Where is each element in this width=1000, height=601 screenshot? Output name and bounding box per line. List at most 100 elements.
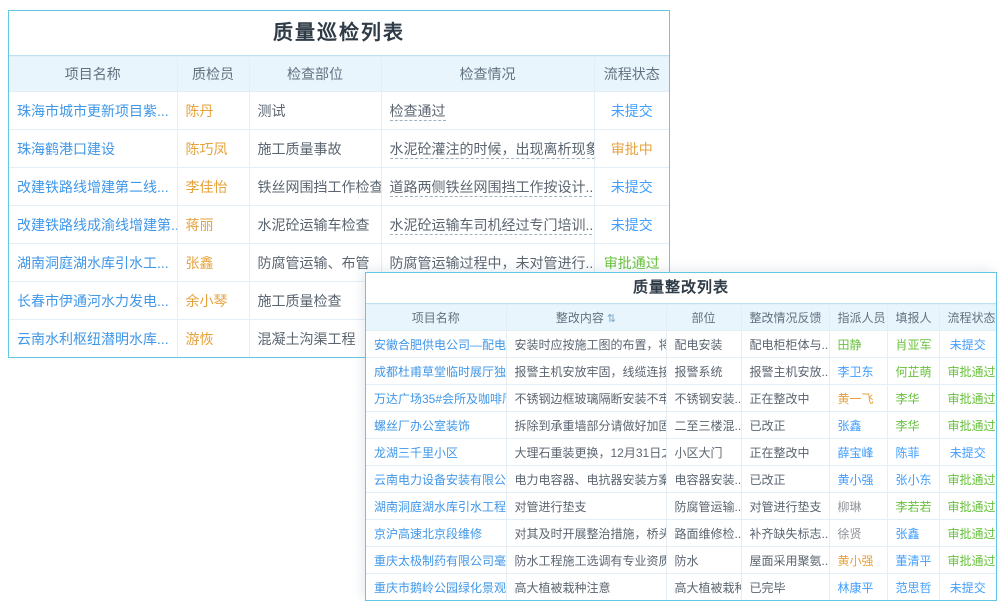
table-cell-content: 安装时应按施工图的布置，将... (506, 331, 666, 358)
table-cell-content: 拆除到承重墙部分请做好加固... (506, 412, 666, 439)
cell-text: 配电安装 (675, 338, 723, 352)
table-row: 湖南洞庭湖水库引水工程施工1标对管进行垫支防腐管运输...对管进行垫支柳琳李若若… (366, 493, 996, 520)
user-name: 陈菲 (896, 446, 920, 460)
column-header-situation: 检查情况 (381, 57, 594, 92)
column-header-project: 项目名称 (366, 305, 506, 331)
project-link[interactable]: 云南电力设备安装有限公司20... (374, 473, 506, 487)
table-row: 成都杜甫草堂临时展厅独立展...报警主机安放牢固，线缆连接...报警系统报警主机… (366, 358, 996, 385)
user-name: 张小东 (896, 473, 932, 487)
project-link[interactable]: 万达广场35#会所及咖啡厅空... (374, 392, 506, 406)
project-link[interactable]: 长春市伊通河水力发电... (17, 293, 169, 309)
table-cell-part: 配电安装 (666, 331, 741, 358)
cell-text: 补齐缺失标志... (750, 527, 830, 541)
table-cell-content: 对管进行垫支 (506, 493, 666, 520)
project-link[interactable]: 成都杜甫草堂临时展厅独立展... (374, 365, 506, 379)
table-cell-reporter: 李华 (887, 385, 939, 412)
table-cell-content: 防水工程施工选调有专业资质... (506, 547, 666, 574)
cell-text: 防水工程施工选调有专业资质... (515, 554, 667, 568)
status-badge: 未提交 (950, 581, 986, 595)
sort-icon[interactable]: ⇅ (607, 313, 616, 325)
cell-text: 对管进行垫支 (750, 500, 822, 514)
table-cell-status: 审批通过 (939, 358, 996, 385)
status-badge: 未提交 (611, 179, 653, 195)
table-row: 重庆市鹅岭公园绿化景观提升...高大植被栽种注意高大植被栽种已完毕林康平范思哲未… (366, 574, 996, 601)
column-header-project: 项目名称 (9, 57, 177, 92)
column-header-part: 检查部位 (249, 57, 381, 92)
table-cell-situation: 道路两侧铁丝网围挡工作按设计... (381, 168, 594, 206)
table-cell-project: 改建铁路线成渝线增建第... (9, 206, 177, 244)
project-link[interactable]: 珠海市城市更新项目紫... (17, 103, 169, 119)
column-header-label: 填报人 (896, 311, 932, 325)
table-cell-part: 测试 (249, 92, 381, 130)
table-cell-reporter: 董清平 (887, 547, 939, 574)
user-name: 范思哲 (896, 581, 932, 595)
project-link[interactable]: 龙湖三千里小区 (374, 446, 458, 460)
column-header-content[interactable]: 整改内容⇅ (506, 305, 666, 331)
table-cell-feedback: 屋面采用聚氨... (741, 547, 829, 574)
status-badge: 未提交 (611, 217, 653, 233)
project-link[interactable]: 珠海鹤港口建设 (17, 141, 115, 157)
user-name: 李卫东 (838, 365, 874, 379)
cell-text: 对其及时开展整治措施，桥头... (515, 527, 667, 541)
cell-text: 已改正 (750, 473, 786, 487)
table-cell-project: 湖南洞庭湖水库引水工程施工1标 (366, 493, 506, 520)
project-link[interactable]: 重庆太极制药有限公司毫州中... (374, 554, 506, 568)
table-cell-part: 路面维修检... (666, 520, 741, 547)
status-badge: 未提交 (611, 103, 653, 119)
table-cell-assignee: 徐贤 (829, 520, 887, 547)
status-badge: 审批通过 (604, 255, 660, 271)
column-header-part: 部位 (666, 305, 741, 331)
column-header-label: 质检员 (192, 66, 234, 82)
table-cell-reporter: 肖亚军 (887, 331, 939, 358)
table-cell-inspector: 游恢 (177, 320, 249, 358)
table-cell-part: 不锈钢安装... (666, 385, 741, 412)
table-cell-project: 云南水利枢纽潜明水库... (9, 320, 177, 358)
user-name: 蒋丽 (186, 217, 214, 233)
table-cell-reporter: 张鑫 (887, 520, 939, 547)
user-name: 田静 (838, 338, 862, 352)
project-link[interactable]: 湖南洞庭湖水库引水工程施工1标 (374, 500, 506, 514)
column-header-label: 项目名称 (412, 311, 460, 325)
table-cell-part: 施工质量事故 (249, 130, 381, 168)
cell-text: 大理石重装更换，12月31日之... (515, 446, 667, 460)
cell-text: 电容器安装... (675, 473, 742, 487)
table-cell-part: 混凝土沟渠工程 (249, 320, 381, 358)
table-cell-inspector: 陈丹 (177, 92, 249, 130)
project-link[interactable]: 改建铁路线增建第二线... (17, 179, 169, 195)
table-cell-status: 未提交 (939, 331, 996, 358)
table-cell-part: 铁丝网围挡工作检查 (249, 168, 381, 206)
table-cell-status: 未提交 (594, 92, 669, 130)
project-link[interactable]: 螺丝厂办公室装饰 (374, 419, 470, 433)
user-name: 张鑫 (838, 419, 862, 433)
column-header-label: 整改内容 (556, 311, 604, 325)
cell-text: 水泥砼运输车检查 (258, 217, 370, 233)
status-badge: 未提交 (950, 446, 986, 460)
table-cell-status: 审批中 (594, 130, 669, 168)
project-link[interactable]: 改建铁路线成渝线增建第... (17, 217, 177, 233)
cell-text: 屋面采用聚氨... (750, 554, 830, 568)
project-link[interactable]: 京沪高速北京段维修 (374, 527, 482, 541)
project-link[interactable]: 重庆市鹅岭公园绿化景观提升... (374, 581, 506, 595)
table-cell-situation: 水泥砼灌注的时候，出现离析现象 (381, 130, 594, 168)
cell-text: 路面维修检... (675, 527, 742, 541)
table-row: 重庆太极制药有限公司毫州中...防水工程施工选调有专业资质...防水屋面采用聚氨… (366, 547, 996, 574)
table-cell-part: 施工质量检查 (249, 282, 381, 320)
user-name: 李若若 (896, 500, 932, 514)
project-link[interactable]: 云南水利枢纽潜明水库... (17, 331, 169, 347)
situation-text: 水泥砼运输车司机经过专门培训... (390, 217, 595, 235)
status-badge: 审批通过 (948, 527, 996, 541)
project-link[interactable]: 湖南洞庭湖水库引水工... (17, 255, 169, 271)
user-name: 李佳怡 (186, 179, 228, 195)
table-cell-assignee: 田静 (829, 331, 887, 358)
table-cell-content: 高大植被栽种注意 (506, 574, 666, 601)
user-name: 肖亚军 (896, 338, 932, 352)
table-cell-feedback: 对管进行垫支 (741, 493, 829, 520)
table-cell-project: 万达广场35#会所及咖啡厅空... (366, 385, 506, 412)
table-cell-assignee: 林康平 (829, 574, 887, 601)
table-cell-assignee: 薛宝峰 (829, 439, 887, 466)
table-cell-reporter: 陈菲 (887, 439, 939, 466)
inspection-header-row: 项目名称质检员检查部位检查情况流程状态 (9, 57, 669, 92)
table-cell-status: 未提交 (594, 206, 669, 244)
project-link[interactable]: 安徽合肥供电公司—配电设备... (374, 338, 506, 352)
column-header-status: 流程状态 (594, 57, 669, 92)
